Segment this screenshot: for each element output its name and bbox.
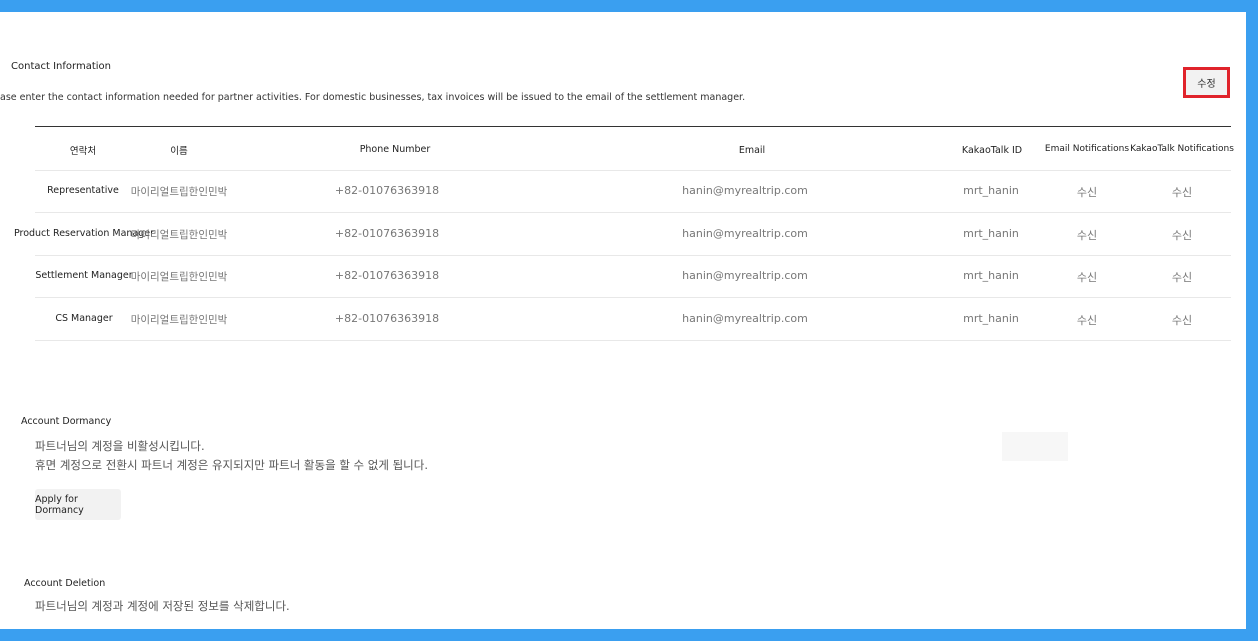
row-phone: +82-01076363918: [334, 227, 440, 240]
dormancy-section-title: Account Dormancy: [21, 416, 112, 427]
header-email: Email: [738, 145, 766, 156]
row-kakao-id: mrt_hanin: [963, 184, 1019, 197]
row-role: Settlement Manager: [35, 270, 133, 281]
row-kakao-notification: 수신: [1171, 314, 1193, 327]
header-phone: Phone Number: [359, 144, 431, 155]
table-divider: [35, 340, 1231, 341]
row-email: hanin@myrealtrip.com: [682, 227, 808, 240]
table-divider: [35, 255, 1231, 256]
table-divider: [35, 170, 1231, 171]
row-kakao-notification: 수신: [1171, 229, 1193, 242]
contact-section-title: Contact Information: [11, 61, 111, 72]
row-email-notification: 수신: [1076, 186, 1098, 199]
row-kakao-notification: 수신: [1171, 186, 1193, 199]
header-email-notifications: Email Notifications: [1044, 144, 1130, 154]
row-name: 마이리얼트립한인민박: [130, 314, 228, 326]
blank-placeholder-box: [1002, 432, 1068, 461]
table-divider: [35, 212, 1231, 213]
partner-settings-page: Contact Information ase enter the contac…: [0, 12, 1246, 629]
contact-section-description: ase enter the contact information needed…: [0, 92, 746, 103]
row-email-notification: 수신: [1076, 229, 1098, 242]
table-divider: [35, 297, 1231, 298]
row-kakao-id: mrt_hanin: [963, 312, 1019, 325]
deletion-section-title: Account Deletion: [24, 578, 106, 589]
row-kakao-notification: 수신: [1171, 271, 1193, 284]
edit-contact-button-label: 수정: [1197, 79, 1216, 90]
dormancy-description-line1: 파트너님의 계정을 비활성시킵니다.: [35, 439, 205, 453]
header-contact: 연락처: [69, 146, 97, 157]
row-name: 마이리얼트립한인민박: [130, 229, 228, 241]
row-name: 마이리얼트립한인민박: [130, 271, 228, 283]
table-top-border: [35, 126, 1231, 127]
row-email: hanin@myrealtrip.com: [682, 312, 808, 325]
row-name: 마이리얼트립한인민박: [130, 186, 228, 198]
dormancy-description-line2: 휴면 계정으로 전환시 파트너 계정은 유지되지만 파트너 활동을 할 수 없게…: [35, 458, 429, 472]
row-email-notification: 수신: [1076, 314, 1098, 327]
header-name: 이름: [170, 146, 188, 157]
header-kakao-id: KakaoTalk ID: [961, 145, 1023, 156]
apply-dormancy-button[interactable]: Apply for Dormancy: [35, 489, 121, 520]
header-kakao-notifications: KakaoTalk Notifications: [1130, 144, 1234, 154]
row-email: hanin@myrealtrip.com: [682, 269, 808, 282]
apply-dormancy-button-label: Apply for Dormancy: [35, 493, 84, 516]
row-phone: +82-01076363918: [334, 269, 440, 282]
row-role: Representative: [47, 185, 119, 196]
deletion-description: 파트너님의 계정과 계정에 저장된 정보를 삭제합니다.: [35, 599, 290, 613]
row-email-notification: 수신: [1076, 271, 1098, 284]
row-kakao-id: mrt_hanin: [963, 269, 1019, 282]
row-phone: +82-01076363918: [334, 312, 440, 325]
row-kakao-id: mrt_hanin: [963, 227, 1019, 240]
edit-contact-button[interactable]: 수정: [1183, 67, 1230, 98]
row-email: hanin@myrealtrip.com: [682, 184, 808, 197]
row-role: CS Manager: [55, 313, 113, 324]
row-phone: +82-01076363918: [334, 184, 440, 197]
